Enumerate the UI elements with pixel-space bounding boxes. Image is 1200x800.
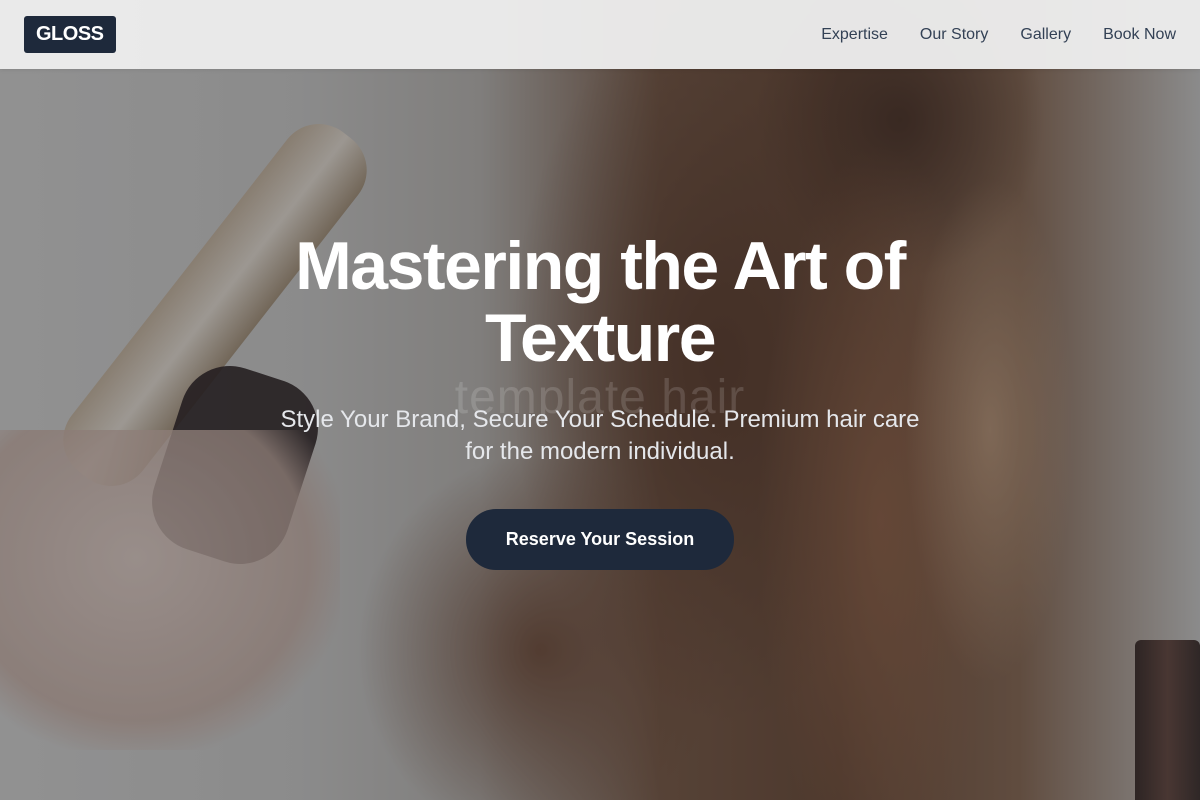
- landing-page: GLOSS Expertise Our Story Gallery Book N…: [0, 0, 1200, 800]
- main-nav: Expertise Our Story Gallery Book Now: [821, 26, 1176, 44]
- hero-subtitle: Style Your Brand, Secure Your Schedule. …: [280, 406, 920, 465]
- nav-link-our-story[interactable]: Our Story: [920, 26, 988, 44]
- top-navbar: GLOSS Expertise Our Story Gallery Book N…: [0, 0, 1200, 69]
- brand-logo[interactable]: GLOSS: [24, 16, 116, 53]
- reserve-session-button[interactable]: Reserve Your Session: [465, 509, 735, 570]
- hero-title: Mastering the Art of Texture: [295, 228, 906, 376]
- nav-link-expertise[interactable]: Expertise: [821, 26, 888, 44]
- nav-link-gallery[interactable]: Gallery: [1020, 26, 1071, 44]
- hero-section: Mastering the Art of Texture Style Your …: [0, 230, 1200, 570]
- nav-link-book-now[interactable]: Book Now: [1103, 26, 1176, 44]
